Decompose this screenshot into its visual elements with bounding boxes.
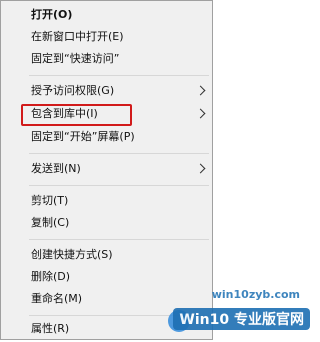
- menu-item-label: 固定到“开始”屏幕(P): [31, 130, 135, 143]
- menu-item-label: 授予访问权限(G): [31, 84, 115, 97]
- menu-item-label: 在新窗口中打开(E): [31, 30, 124, 43]
- menu-item-label: 包含到库中(I): [31, 107, 98, 120]
- menu-separator: [29, 153, 209, 154]
- menu-item-pin-quick-access[interactable]: 固定到“快速访问”: [1, 49, 212, 71]
- menu-item-label: 固定到“快速访问”: [31, 52, 120, 65]
- menu-item-pin-to-start[interactable]: 固定到“开始”屏幕(P): [1, 127, 212, 149]
- chevron-right-icon: [195, 163, 206, 174]
- menu-item-create-shortcut[interactable]: 创建快捷方式(S): [1, 245, 212, 267]
- menu-item-give-access[interactable]: 授予访问权限(G): [1, 81, 212, 103]
- menu-item-copy[interactable]: 复制(C): [1, 213, 212, 235]
- menu-item-open-new-window[interactable]: 在新窗口中打开(E): [1, 27, 212, 49]
- menu-item-label: 剪切(T): [31, 194, 69, 207]
- menu-item-cut[interactable]: 剪切(T): [1, 191, 212, 213]
- menu-separator: [29, 75, 209, 76]
- watermark-brand: Win10 专业版官网: [173, 308, 310, 330]
- menu-item-label: 属性(R): [31, 322, 70, 335]
- menu-item-label: 重命名(M): [31, 292, 83, 305]
- menu-item-open[interactable]: 打开(O): [1, 5, 212, 27]
- menu-item-label: 发送到(N): [31, 162, 81, 175]
- watermark-site: win10zyb.com: [211, 288, 300, 301]
- menu-separator: [29, 239, 209, 240]
- menu-item-label: 删除(D): [31, 270, 71, 283]
- menu-item-send-to[interactable]: 发送到(N): [1, 159, 212, 181]
- chevron-right-icon: [195, 108, 206, 119]
- menu-item-label: 创建快捷方式(S): [31, 248, 113, 261]
- menu-item-include-in-library[interactable]: 包含到库中(I): [1, 104, 212, 126]
- chevron-right-icon: [195, 85, 206, 96]
- watermark: win10zyb.com Win10 专业版官网: [160, 286, 314, 336]
- menu-item-label: 复制(C): [31, 216, 70, 229]
- menu-separator: [29, 185, 209, 186]
- menu-item-label: 打开(O): [31, 8, 73, 21]
